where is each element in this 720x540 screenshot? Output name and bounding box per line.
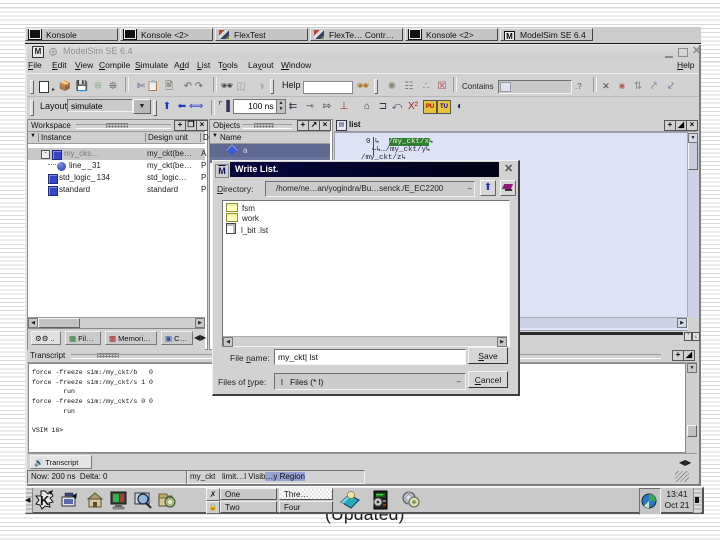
svg-text:K: K [40,493,50,508]
